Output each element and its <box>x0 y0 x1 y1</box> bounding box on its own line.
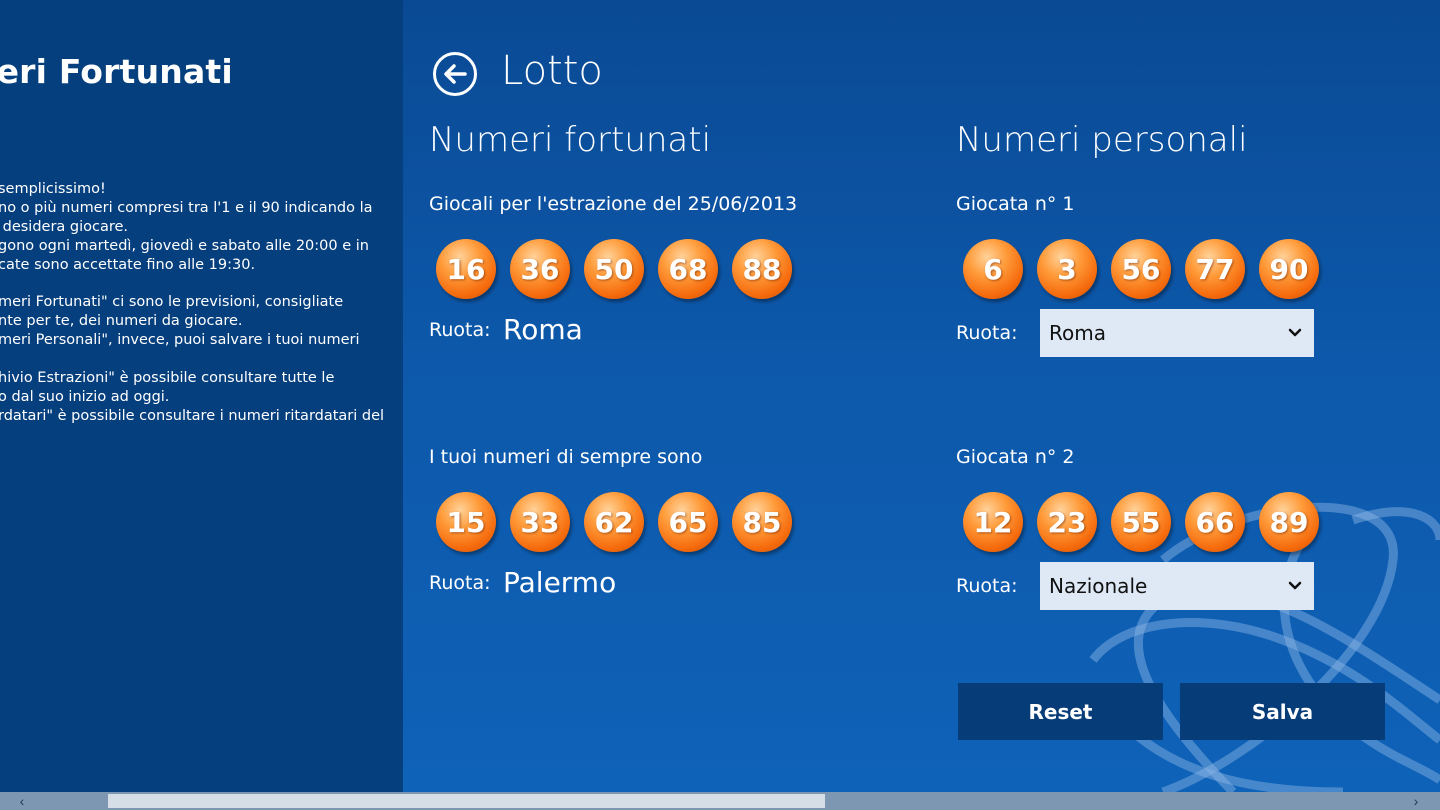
horizontal-scrollbar[interactable]: ‹ › <box>0 792 1440 810</box>
number-ball[interactable]: 12 <box>963 492 1023 552</box>
chevron-down-icon <box>1288 581 1302 590</box>
number-ball: 88 <box>732 239 792 299</box>
giocata-2-label: Giocata n° 2 <box>956 446 1075 468</box>
number-ball: 62 <box>584 492 644 552</box>
info-panel-title: meri Fortunati <box>0 52 233 91</box>
draw-ruota-value: Roma <box>503 313 583 346</box>
number-ball[interactable]: 23 <box>1037 492 1097 552</box>
always-label: I tuoi numeri di sempre sono <box>429 446 703 468</box>
number-ball: 68 <box>658 239 718 299</box>
main-content: Lotto Numeri fortunati Giocali per l'est… <box>403 0 1440 792</box>
number-ball[interactable]: 77 <box>1185 239 1245 299</box>
number-ball[interactable]: 55 <box>1111 492 1171 552</box>
number-ball: 16 <box>436 239 496 299</box>
number-ball[interactable]: 66 <box>1185 492 1245 552</box>
ruota-label: Ruota: <box>956 322 1018 344</box>
scroll-left-icon[interactable]: ‹ <box>12 792 32 810</box>
number-ball: 65 <box>658 492 718 552</box>
always-numbers: 15 33 62 65 85 <box>436 492 792 552</box>
number-ball[interactable]: 90 <box>1259 239 1319 299</box>
giocata-1-label: Giocata n° 1 <box>956 193 1075 215</box>
number-ball: 15 <box>436 492 496 552</box>
ruota-label: Ruota: <box>429 572 491 594</box>
number-ball[interactable]: 89 <box>1259 492 1319 552</box>
info-panel-text: semplicissimo! no o più numeri compresi … <box>0 181 385 424</box>
number-ball: 85 <box>732 492 792 552</box>
info-panel: meri Fortunati semplicissimo! no o più n… <box>0 0 403 792</box>
always-ruota-value: Palermo <box>503 566 617 599</box>
section-title-fortunati: Numeri fortunati <box>429 120 712 160</box>
giocata-2-ruota-select[interactable]: Nazionale <box>1040 562 1314 610</box>
ruota-label: Ruota: <box>429 319 491 341</box>
reset-button[interactable]: Reset <box>958 683 1163 740</box>
giocata-2-numbers: 12 23 55 66 89 <box>963 492 1319 552</box>
giocata-1-numbers: 6 3 56 77 90 <box>963 239 1319 299</box>
ruota-label: Ruota: <box>956 575 1018 597</box>
number-ball: 33 <box>510 492 570 552</box>
number-ball: 50 <box>584 239 644 299</box>
draw-label: Giocali per l'estrazione del 25/06/2013 <box>429 193 798 215</box>
decorative-ribbon <box>1089 502 1440 792</box>
chevron-down-icon <box>1288 328 1302 337</box>
number-ball: 36 <box>510 239 570 299</box>
number-ball[interactable]: 56 <box>1111 239 1171 299</box>
draw-numbers: 16 36 50 68 88 <box>436 239 792 299</box>
select-value: Nazionale <box>1049 574 1148 598</box>
page-title: Lotto <box>501 48 603 94</box>
number-ball[interactable]: 6 <box>963 239 1023 299</box>
back-arrow-icon <box>444 64 467 84</box>
back-button[interactable] <box>433 52 477 96</box>
select-value: Roma <box>1049 321 1106 345</box>
scrollbar-thumb[interactable] <box>108 794 825 808</box>
number-ball[interactable]: 3 <box>1037 239 1097 299</box>
scroll-right-icon[interactable]: › <box>1406 792 1426 810</box>
section-title-personali: Numeri personali <box>956 120 1248 160</box>
giocata-1-ruota-select[interactable]: Roma <box>1040 309 1314 357</box>
save-button[interactable]: Salva <box>1180 683 1385 740</box>
